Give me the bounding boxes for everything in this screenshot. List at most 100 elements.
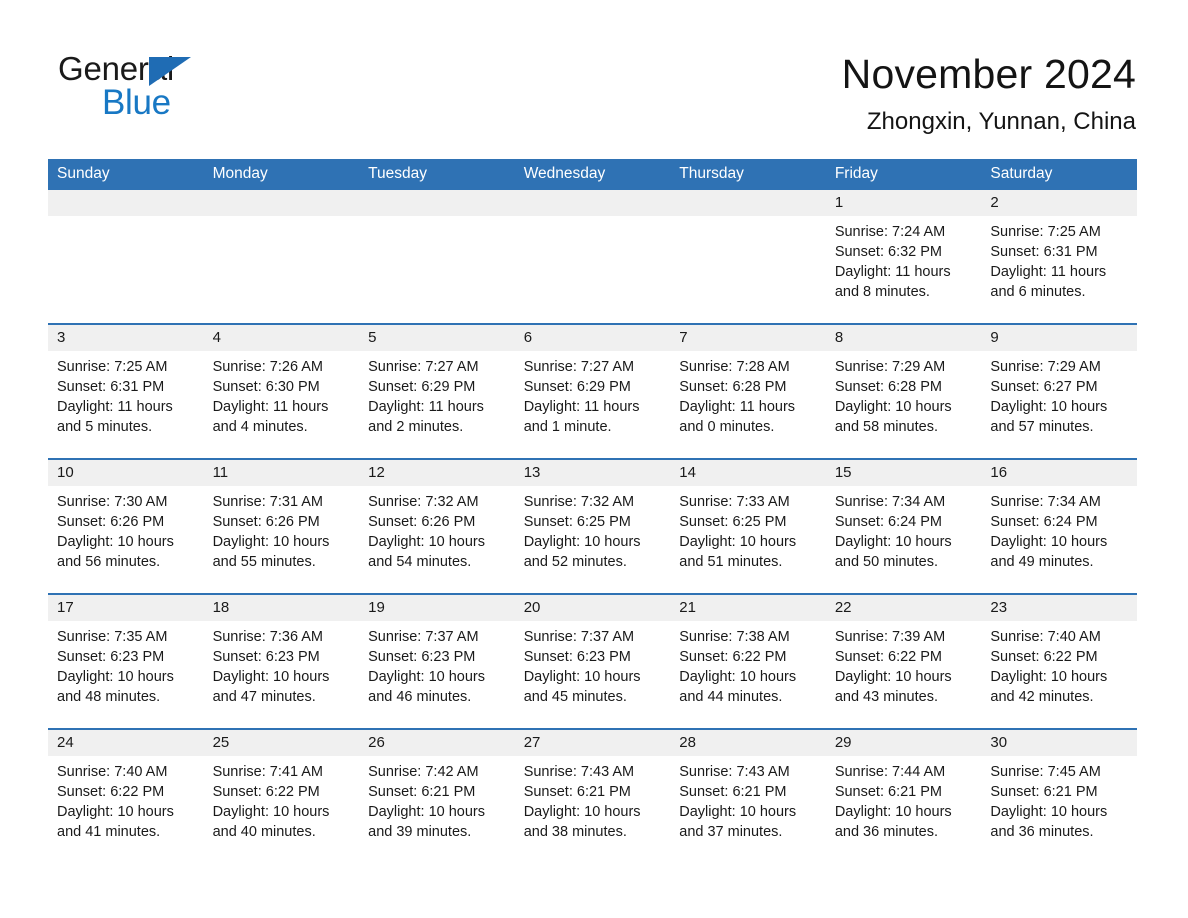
daylight-text-line2: and 43 minutes. [834, 688, 938, 705]
calendar-page: General Blue November 2024 Zhongxin, Yun… [0, 0, 1188, 918]
page-header: General Blue November 2024 Zhongxin, Yun… [0, 0, 1188, 155]
day-cell[interactable]: 23 Sunrise: 7:40 AM Sunset: 6:22 PM Dayligh… [981, 594, 1137, 730]
day-cell[interactable]: 6 Sunrise: 7:27 AM Sunset: 6:29 PM Daylight… [514, 324, 671, 460]
day-cell[interactable]: 14 Sunrise: 7:33 AM Sunset: 6:25 PM Dayligh… [670, 459, 826, 595]
day-cell[interactable]: 16 Sunrise: 7:34 AM Sunset: 6:24 PM Dayligh… [981, 459, 1137, 595]
day-cell[interactable]: 8 Sunrise: 7:29 AM Sunset: 6:28 PM Daylight… [825, 324, 982, 460]
day-number: 2 [981, 190, 1137, 216]
sunset-text: Sunset: 6:26 PM [212, 513, 320, 530]
daylight-text-line1: Daylight: 10 hours [990, 668, 1108, 685]
daylight-text-line2: and 37 minutes. [679, 823, 783, 840]
day-number: 9 [981, 325, 1137, 351]
sunset-text: Sunset: 6:21 PM [834, 783, 943, 800]
day-cell[interactable]: 10 Sunrise: 7:30 AM Sunset: 6:26 PM Dayligh… [48, 459, 204, 595]
day-cell[interactable] [359, 190, 515, 325]
day-cell[interactable]: 15 Sunrise: 7:34 AM Sunset: 6:24 PM Dayligh… [825, 459, 982, 595]
day-number [514, 190, 671, 216]
day-cell[interactable]: 25 Sunrise: 7:41 AM Sunset: 6:22 PM Dayligh… [203, 729, 360, 863]
day-number: 21 [670, 595, 826, 621]
daylight-text-line1: Daylight: 11 hours [57, 398, 173, 415]
sunrise-text: Sunrise: 7:45 AM [990, 764, 1101, 780]
sunset-text: Sunset: 6:21 PM [368, 783, 476, 800]
calendar-week-row: 24 Sunrise: 7:40 AM Sunset: 6:22 PM Dayligh… [48, 729, 1137, 863]
day-cell[interactable]: 20 Sunrise: 7:37 AM Sunset: 6:23 PM Dayligh… [514, 594, 671, 730]
page-title: November 2024 [841, 51, 1136, 97]
daylight-text-line1: Daylight: 11 hours [523, 398, 640, 415]
day-number [48, 190, 204, 216]
day-cell[interactable]: 2 Sunrise: 7:25 AM Sunset: 6:31 PM Daylight… [981, 190, 1137, 325]
sunset-text: Sunset: 6:25 PM [679, 513, 787, 530]
sunset-text: Sunset: 6:28 PM [834, 378, 943, 395]
sunset-text: Sunset: 6:23 PM [212, 648, 320, 665]
daylight-text-line2: and 4 minutes. [212, 418, 308, 435]
day-number: 1 [825, 190, 982, 216]
daylight-text-line1: Daylight: 10 hours [990, 533, 1108, 550]
sunset-text: Sunset: 6:23 PM [523, 648, 631, 665]
sunrise-text: Sunrise: 7:44 AM [834, 764, 946, 780]
daylight-text-line1: Daylight: 10 hours [834, 533, 952, 550]
daylight-text-line1: Daylight: 10 hours [212, 533, 330, 550]
weekday-header-monday: Monday [203, 159, 360, 190]
day-number: 6 [514, 325, 671, 351]
day-cell[interactable]: 24 Sunrise: 7:40 AM Sunset: 6:22 PM Dayligh… [48, 729, 204, 863]
day-cell[interactable]: 3 Sunrise: 7:25 AM Sunset: 6:31 PM Daylight… [48, 324, 204, 460]
day-cell[interactable] [48, 190, 204, 325]
day-cell[interactable]: 21 Sunrise: 7:38 AM Sunset: 6:22 PM Dayligh… [670, 594, 826, 730]
sunrise-text: Sunrise: 7:31 AM [212, 494, 323, 510]
day-cell[interactable]: 18 Sunrise: 7:36 AM Sunset: 6:23 PM Dayligh… [203, 594, 360, 730]
daylight-text-line1: Daylight: 10 hours [523, 668, 641, 685]
weekday-header-wednesday: Wednesday [514, 159, 671, 190]
day-number: 22 [825, 595, 982, 621]
day-cell[interactable]: 19 Sunrise: 7:37 AM Sunset: 6:23 PM Dayligh… [359, 594, 515, 730]
day-cell[interactable]: 17 Sunrise: 7:35 AM Sunset: 6:23 PM Dayligh… [48, 594, 204, 730]
day-cell[interactable]: 30 Sunrise: 7:45 AM Sunset: 6:21 PM Dayligh… [981, 729, 1137, 863]
sunset-text: Sunset: 6:21 PM [679, 783, 787, 800]
daylight-text-line2: and 40 minutes. [212, 823, 316, 840]
daylight-text-line1: Daylight: 11 hours [990, 263, 1107, 280]
day-cell[interactable]: 22 Sunrise: 7:39 AM Sunset: 6:22 PM Dayligh… [825, 594, 982, 730]
day-cell[interactable]: 26 Sunrise: 7:42 AM Sunset: 6:21 PM Dayligh… [359, 729, 515, 863]
day-number: 14 [670, 460, 826, 486]
day-cell[interactable]: 1 Sunrise: 7:24 AM Sunset: 6:32 PM Daylight… [825, 190, 982, 325]
sunrise-text: Sunrise: 7:27 AM [368, 359, 479, 375]
sunset-text: Sunset: 6:21 PM [523, 783, 631, 800]
sunrise-text: Sunrise: 7:30 AM [57, 494, 168, 510]
sunset-text: Sunset: 6:24 PM [990, 513, 1098, 530]
daylight-text-line1: Daylight: 10 hours [57, 668, 174, 685]
day-cell[interactable]: 28 Sunrise: 7:43 AM Sunset: 6:21 PM Dayligh… [670, 729, 826, 863]
sunset-text: Sunset: 6:22 PM [679, 648, 787, 665]
daylight-text-line2: and 5 minutes. [57, 418, 153, 435]
daylight-text-line2: and 2 minutes. [368, 418, 464, 435]
daylight-text-line2: and 48 minutes. [57, 688, 161, 705]
day-cell[interactable]: 5 Sunrise: 7:27 AM Sunset: 6:29 PM Daylight… [359, 324, 515, 460]
calendar-week-row: 17 Sunrise: 7:35 AM Sunset: 6:23 PM Dayligh… [48, 594, 1137, 730]
day-cell[interactable]: 13 Sunrise: 7:32 AM Sunset: 6:25 PM Dayligh… [514, 459, 671, 595]
daylight-text-line2: and 46 minutes. [368, 688, 472, 705]
sunrise-text: Sunrise: 7:29 AM [834, 359, 946, 375]
day-cell[interactable]: 4 Sunrise: 7:26 AM Sunset: 6:30 PM Daylight… [203, 324, 360, 460]
daylight-text-line2: and 55 minutes. [212, 553, 316, 570]
daylight-text-line1: Daylight: 11 hours [834, 263, 951, 280]
day-cell[interactable] [670, 190, 826, 325]
day-cell[interactable]: 7 Sunrise: 7:28 AM Sunset: 6:28 PM Daylight… [670, 324, 826, 460]
daylight-text-line2: and 39 minutes. [368, 823, 472, 840]
day-cell[interactable]: 29 Sunrise: 7:44 AM Sunset: 6:21 PM Dayligh… [825, 729, 982, 863]
day-cell[interactable]: 9 Sunrise: 7:29 AM Sunset: 6:27 PM Daylight… [981, 324, 1137, 460]
day-cell[interactable]: 27 Sunrise: 7:43 AM Sunset: 6:21 PM Dayligh… [514, 729, 671, 863]
daylight-text-line2: and 36 minutes. [834, 823, 938, 840]
day-cell[interactable] [514, 190, 671, 325]
sunrise-text: Sunrise: 7:28 AM [679, 359, 790, 375]
daylight-text-line1: Daylight: 10 hours [212, 668, 330, 685]
day-cell[interactable]: 11 Sunrise: 7:31 AM Sunset: 6:26 PM Dayligh… [203, 459, 360, 595]
calendar-week-row: 10 Sunrise: 7:30 AM Sunset: 6:26 PM Dayligh… [48, 459, 1137, 595]
sunset-text: Sunset: 6:23 PM [368, 648, 476, 665]
day-number: 16 [981, 460, 1137, 486]
day-cell[interactable] [203, 190, 360, 325]
daylight-text-line1: Daylight: 10 hours [368, 533, 485, 550]
daylight-text-line2: and 0 minutes. [679, 418, 775, 435]
daylight-text-line1: Daylight: 10 hours [834, 398, 952, 415]
day-cell[interactable]: 12 Sunrise: 7:32 AM Sunset: 6:26 PM Dayligh… [359, 459, 515, 595]
sunrise-text: Sunrise: 7:33 AM [679, 494, 790, 510]
sunrise-text: Sunrise: 7:38 AM [679, 629, 790, 645]
day-number: 4 [203, 325, 360, 351]
